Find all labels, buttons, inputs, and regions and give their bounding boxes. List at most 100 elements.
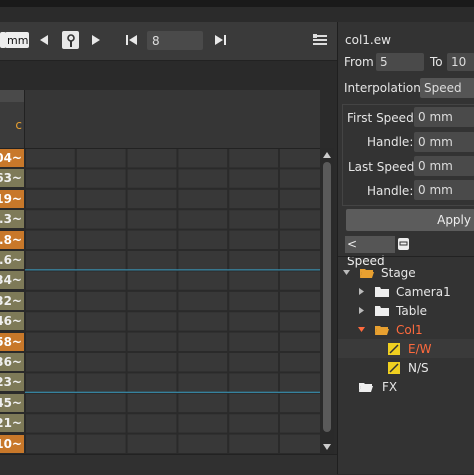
row-value-label[interactable]: 34~ (0, 271, 24, 290)
row-value-label[interactable]: 36~ (0, 353, 24, 371)
grid-cell[interactable] (280, 271, 320, 290)
grid-cell[interactable] (178, 414, 228, 433)
grid-cell[interactable] (229, 169, 278, 188)
grid-cell[interactable] (280, 312, 320, 331)
frame-input[interactable]: 8 (147, 31, 203, 50)
grid-cell[interactable] (229, 332, 278, 351)
grid-cell[interactable] (127, 434, 177, 453)
grid-cell[interactable] (178, 149, 228, 168)
grid-cell[interactable] (127, 353, 177, 372)
grid-cell[interactable] (127, 312, 177, 331)
grid-cell[interactable] (26, 373, 75, 392)
interpolation-dropdown[interactable]: Speed In (420, 78, 474, 98)
grid-cell[interactable] (76, 393, 126, 413)
grid-cell[interactable] (178, 291, 228, 311)
row-value-label[interactable]: 19~ (0, 189, 24, 208)
grid-cell[interactable] (127, 271, 177, 290)
grid-cell[interactable] (26, 210, 75, 229)
grid-cell[interactable] (26, 189, 75, 209)
grid-cell[interactable] (229, 434, 278, 453)
row-value-label[interactable]: 63~ (0, 169, 24, 188)
tree-item-ns[interactable]: N/S (338, 358, 474, 377)
grid-cell[interactable] (76, 271, 126, 290)
grid-cell[interactable] (178, 271, 228, 290)
grid-cell[interactable] (76, 332, 126, 351)
grid-cell[interactable] (280, 210, 320, 229)
grid-cell[interactable] (76, 434, 126, 453)
grid-cell[interactable] (76, 230, 126, 249)
panel-menu-button[interactable] (312, 32, 328, 48)
grid-cell[interactable] (26, 230, 75, 249)
row-value-label[interactable]: 58~ (0, 332, 24, 351)
expand-right-icon[interactable] (357, 306, 366, 315)
grid-cell[interactable] (280, 332, 320, 351)
keyframe-toggle-button[interactable] (62, 31, 79, 49)
grid-cell[interactable] (229, 373, 278, 392)
scroll-down-icon[interactable] (320, 442, 334, 452)
row-value-label[interactable]: 04~ (0, 149, 24, 167)
row-value-label[interactable]: 32~ (0, 291, 24, 310)
grid-cell[interactable] (26, 291, 75, 311)
grid-cell[interactable] (76, 291, 126, 311)
grid-cell[interactable] (280, 434, 320, 453)
grid-cell[interactable] (178, 353, 228, 372)
grid-cell[interactable] (26, 169, 75, 188)
row-value-label[interactable]: 21~ (0, 414, 24, 433)
grid-cell[interactable] (127, 210, 177, 229)
next-key-button[interactable] (88, 31, 104, 49)
timeline-scrollbar[interactable] (320, 148, 334, 454)
scroll-up-icon[interactable] (320, 150, 334, 160)
speed-tab[interactable]: < Speed (345, 236, 395, 268)
expand-right-icon[interactable] (357, 287, 366, 296)
grid-cell[interactable] (229, 414, 278, 433)
grid-cell[interactable] (76, 251, 126, 270)
grid-cell[interactable] (26, 393, 75, 413)
grid-cell[interactable] (26, 251, 75, 270)
grid-cell[interactable] (280, 149, 320, 168)
grid-cell[interactable] (229, 210, 278, 229)
last-frame-button[interactable] (210, 31, 230, 49)
grid-cell[interactable] (280, 414, 320, 433)
grid-cell[interactable] (280, 189, 320, 209)
row-value-label[interactable]: 1.8~ (0, 230, 24, 249)
grid-cell[interactable] (127, 149, 177, 168)
grid-cell[interactable] (26, 271, 75, 290)
prev-key-button[interactable] (36, 31, 52, 49)
grid-cell[interactable] (127, 393, 177, 413)
row-value-label[interactable]: 23~ (0, 373, 24, 392)
grid-cell[interactable] (26, 414, 75, 433)
tree-item-stage[interactable]: Stage (338, 263, 474, 282)
tree-item-table[interactable]: Table (338, 301, 474, 320)
grid-cell[interactable] (178, 312, 228, 331)
row-value-label[interactable]: 2.3~ (0, 210, 24, 229)
row-value-label[interactable]: 10~ (0, 434, 24, 453)
scroll-thumb[interactable] (323, 162, 331, 432)
grid-cell[interactable] (76, 414, 126, 433)
unit-dropdown[interactable]: mm (5, 32, 29, 48)
grid-cell[interactable] (127, 251, 177, 270)
handle2-input[interactable]: 0 mm (414, 180, 474, 200)
grid-cell[interactable] (76, 189, 126, 209)
tree-item-ew[interactable]: E/W (338, 339, 474, 358)
grid-cell[interactable] (229, 271, 278, 290)
apply-button[interactable]: Apply (346, 209, 474, 231)
grid-cell[interactable] (178, 393, 228, 413)
grid-cell[interactable] (178, 210, 228, 229)
grid-cell[interactable] (127, 291, 177, 311)
grid-cell[interactable] (76, 373, 126, 392)
from-input[interactable]: 5 (376, 53, 424, 71)
grid-cell[interactable] (127, 189, 177, 209)
grid-cell[interactable] (280, 230, 320, 249)
grid-cell[interactable] (76, 312, 126, 331)
grid-cell[interactable] (127, 169, 177, 188)
handle1-input[interactable]: 0 mm (414, 132, 474, 152)
grid-cell[interactable] (76, 149, 126, 168)
grid-cell[interactable] (178, 332, 228, 351)
grid-cell[interactable] (76, 169, 126, 188)
row-value-label[interactable]: 5.6~ (0, 251, 24, 269)
row-value-label[interactable]: 45~ (0, 393, 24, 412)
grid-cell[interactable] (178, 189, 228, 209)
tree-item-camera1[interactable]: Camera1 (338, 282, 474, 301)
first-speed-input[interactable]: 0 mm (414, 107, 474, 127)
grid-cell[interactable] (26, 149, 75, 168)
